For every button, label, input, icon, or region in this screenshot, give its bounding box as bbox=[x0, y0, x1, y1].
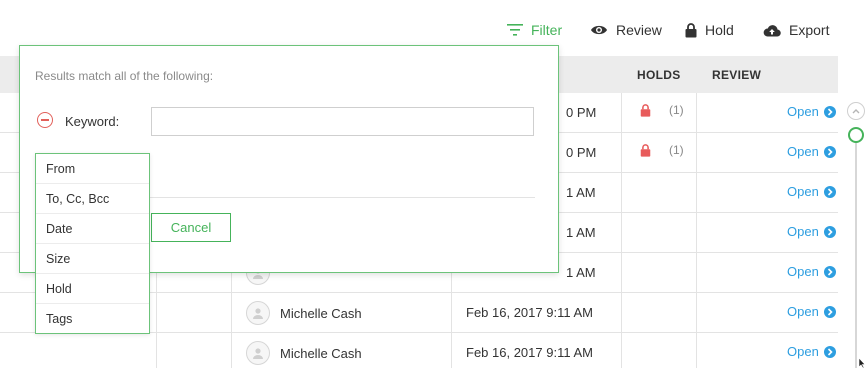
scroll-up-button[interactable] bbox=[847, 102, 865, 120]
open-label: Open bbox=[787, 184, 819, 199]
chevron-right-circle-icon bbox=[823, 345, 836, 358]
page: Filter Review Hold Export HOLDS REVIEW 0… bbox=[0, 0, 867, 368]
lock-icon bbox=[640, 103, 651, 117]
date-cell: 1 AM bbox=[566, 225, 596, 240]
cancel-button[interactable]: Cancel bbox=[151, 213, 231, 242]
hold-button[interactable]: Hold bbox=[685, 18, 734, 42]
user-icon bbox=[246, 301, 270, 325]
hold-count: (1) bbox=[669, 103, 684, 117]
open-link[interactable]: Open bbox=[787, 224, 836, 239]
dropdown-option-date[interactable]: Date bbox=[36, 214, 149, 244]
field-dropdown: From To, Cc, Bcc Date Size Hold Tags bbox=[35, 153, 150, 334]
open-link[interactable]: Open bbox=[787, 104, 836, 119]
open-link[interactable]: Open bbox=[787, 264, 836, 279]
keyword-input[interactable] bbox=[151, 107, 534, 136]
chevron-right-circle-icon bbox=[823, 225, 836, 238]
review-column-header[interactable]: REVIEW bbox=[712, 68, 761, 82]
keyword-label: Keyword: bbox=[65, 114, 120, 129]
open-link[interactable]: Open bbox=[787, 344, 836, 359]
sender-cell: Michelle Cash bbox=[246, 301, 362, 325]
chevron-right-circle-icon bbox=[823, 145, 836, 158]
chevron-right-circle-icon bbox=[823, 105, 836, 118]
chevron-right-circle-icon bbox=[823, 185, 836, 198]
date-cell: Feb 16, 2017 9:11 AM bbox=[466, 345, 593, 360]
date-cell: 1 AM bbox=[566, 185, 596, 200]
dropdown-option-from[interactable]: From bbox=[36, 154, 149, 184]
chevron-up-icon bbox=[852, 109, 860, 114]
chevron-right-circle-icon bbox=[823, 305, 836, 318]
dropdown-option-hold[interactable]: Hold bbox=[36, 274, 149, 304]
dropdown-option-recipients[interactable]: To, Cc, Bcc bbox=[36, 184, 149, 214]
hold-cell: (1) bbox=[640, 143, 684, 157]
hold-label: Hold bbox=[705, 22, 734, 38]
scroll-track[interactable] bbox=[855, 140, 857, 368]
filter-icon bbox=[507, 24, 523, 36]
date-cell: 0 PM bbox=[566, 105, 597, 120]
open-label: Open bbox=[787, 224, 819, 239]
sender-name: Michelle Cash bbox=[280, 305, 362, 321]
open-label: Open bbox=[787, 304, 819, 319]
lock-icon bbox=[640, 143, 651, 157]
open-link[interactable]: Open bbox=[787, 184, 836, 199]
minus-circle-icon[interactable] bbox=[37, 112, 53, 128]
dropdown-option-tags[interactable]: Tags bbox=[36, 304, 149, 334]
date-cell: Feb 16, 2017 9:11 AM bbox=[466, 305, 593, 320]
open-label: Open bbox=[787, 144, 819, 159]
dropdown-option-size[interactable]: Size bbox=[36, 244, 149, 274]
filter-label: Filter bbox=[531, 22, 563, 38]
chevron-right-circle-icon bbox=[823, 265, 836, 278]
open-link[interactable]: Open bbox=[787, 144, 836, 159]
open-link[interactable]: Open bbox=[787, 304, 836, 319]
review-button[interactable]: Review bbox=[590, 18, 662, 42]
lock-icon bbox=[685, 22, 697, 37]
export-button[interactable]: Export bbox=[763, 18, 829, 42]
date-cell: 1 AM bbox=[566, 265, 596, 280]
filter-panel-title: Results match all of the following: bbox=[35, 69, 214, 83]
sender-cell: Michelle Cash bbox=[246, 341, 362, 365]
hold-cell: (1) bbox=[640, 103, 684, 117]
user-icon bbox=[246, 341, 270, 365]
export-label: Export bbox=[789, 22, 830, 38]
scroll-thumb[interactable] bbox=[848, 127, 864, 143]
holds-column-header[interactable]: HOLDS bbox=[637, 68, 681, 82]
filter-button[interactable]: Filter bbox=[507, 18, 562, 42]
hold-count: (1) bbox=[669, 143, 684, 157]
eye-icon bbox=[591, 25, 607, 35]
table-row[interactable]: Michelle Cash Feb 16, 2017 9:11 AM Open bbox=[0, 333, 838, 368]
sender-name: Michelle Cash bbox=[280, 345, 362, 361]
mouse-cursor-icon bbox=[858, 358, 866, 368]
open-label: Open bbox=[787, 264, 819, 279]
cloud-upload-icon bbox=[763, 24, 781, 37]
date-cell: 0 PM bbox=[566, 145, 597, 160]
review-label: Review bbox=[616, 22, 662, 38]
open-label: Open bbox=[787, 344, 819, 359]
open-label: Open bbox=[787, 104, 819, 119]
